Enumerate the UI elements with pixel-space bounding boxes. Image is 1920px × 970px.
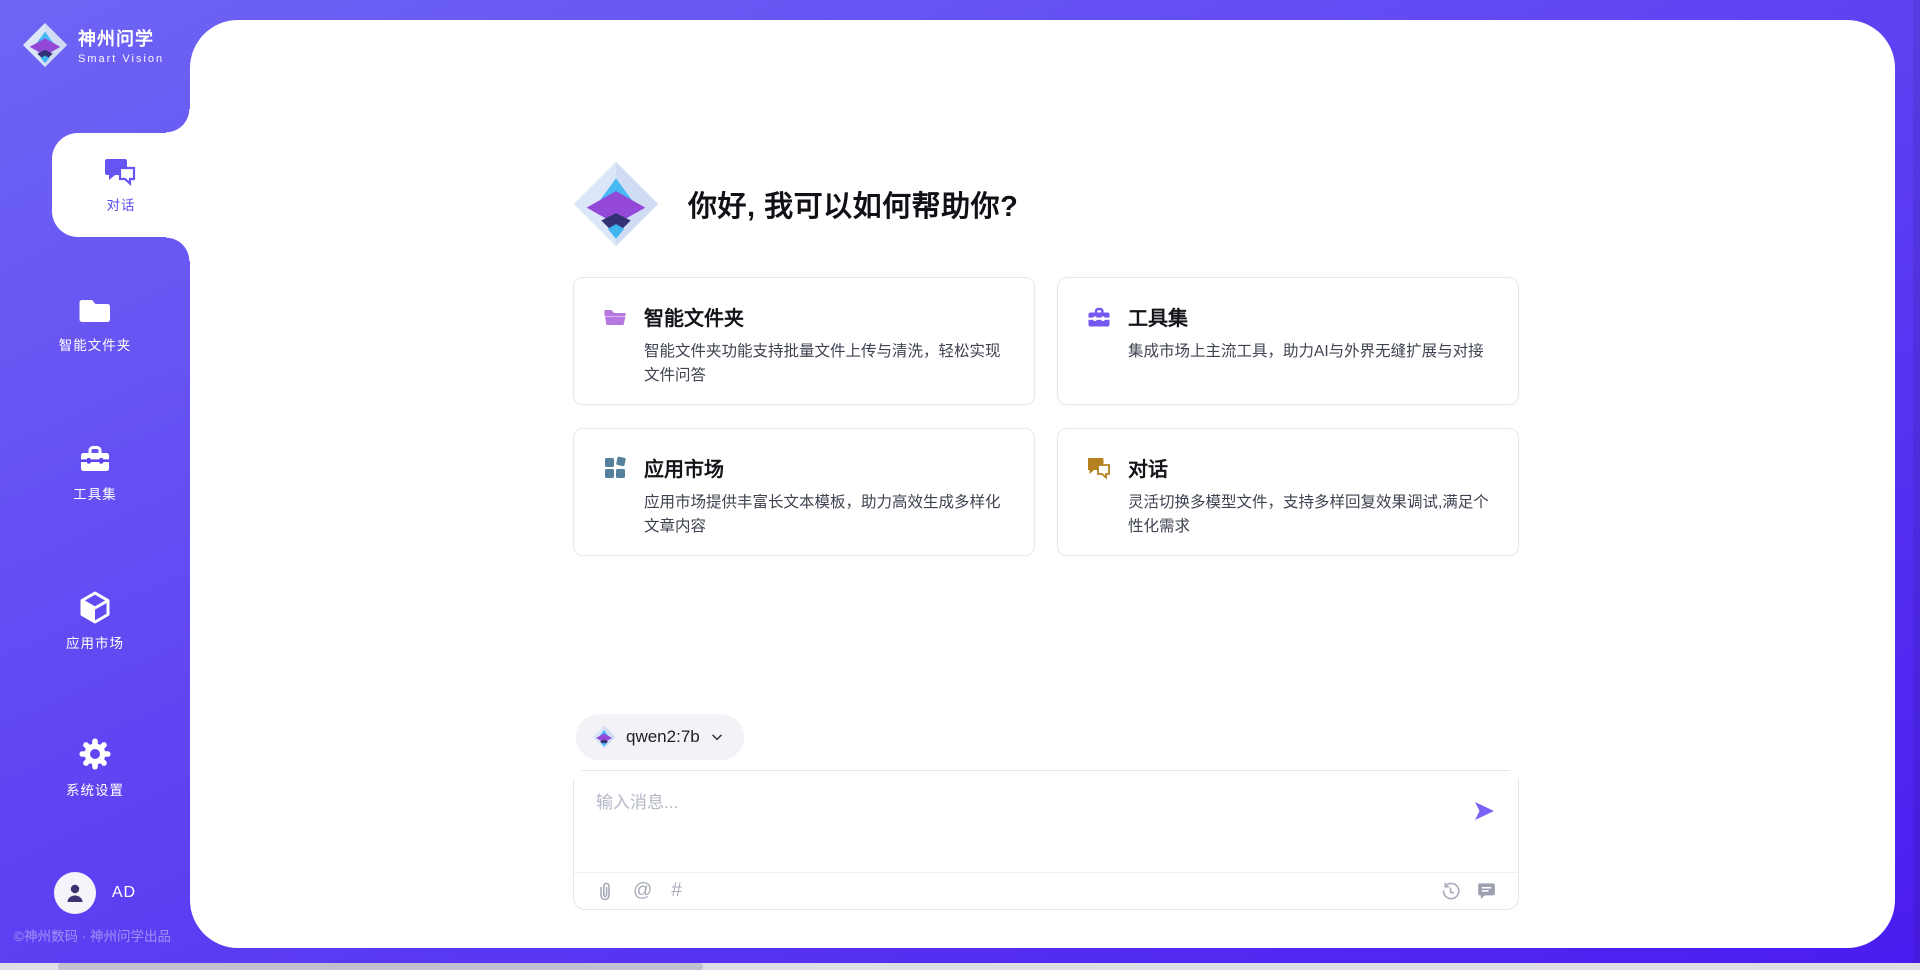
card-desc: 应用市场提供丰富长文本模板，助力高效生成多样化文章内容 bbox=[602, 491, 1008, 539]
mention-icon[interactable]: @ bbox=[633, 880, 652, 902]
card-smart-folder[interactable]: 智能文件夹 智能文件夹功能支持批量文件上传与清洗，轻松实现文件问答 bbox=[573, 277, 1035, 405]
horizontal-scrollbar[interactable] bbox=[0, 963, 1920, 970]
card-desc: 灵活切换多模型文件，支持多样回复效果调试,满足个性化需求 bbox=[1086, 491, 1492, 539]
welcome-title: 你好, 我可以如何帮助你? bbox=[688, 183, 1018, 225]
folder-icon bbox=[602, 304, 628, 330]
chevron-down-icon bbox=[710, 730, 724, 744]
brand-title: 神州问学 bbox=[78, 25, 164, 51]
sidebar-item-toolset[interactable]: 工具集 bbox=[0, 443, 190, 504]
card-chat[interactable]: 对话 灵活切换多模型文件，支持多样回复效果调试,满足个性化需求 bbox=[1057, 428, 1519, 556]
chat-icon bbox=[1086, 455, 1112, 481]
cube-icon bbox=[78, 590, 112, 624]
feature-cards: 智能文件夹 智能文件夹功能支持批量文件上传与清洗，轻松实现文件问答 工具集 集成… bbox=[573, 277, 1519, 556]
brand-logo: 神州问学 Smart Vision bbox=[22, 22, 164, 68]
toolbox-icon bbox=[1086, 304, 1112, 330]
hash-icon[interactable]: # bbox=[671, 880, 682, 902]
avatar bbox=[54, 872, 96, 914]
sidebar-item-settings[interactable]: 系统设置 bbox=[0, 737, 190, 800]
chat-icon bbox=[104, 157, 138, 187]
card-title: 对话 bbox=[1128, 453, 1168, 482]
sidebar-item-label: 应用市场 bbox=[66, 636, 124, 651]
grid-icon bbox=[602, 455, 628, 481]
sidebar-item-chat[interactable]: 对话 bbox=[52, 133, 190, 237]
sidebar-item-label: 智能文件夹 bbox=[59, 338, 132, 353]
folder-icon bbox=[78, 296, 112, 326]
model-selector[interactable]: qwen2:7b bbox=[576, 714, 744, 760]
attach-icon[interactable] bbox=[596, 881, 614, 901]
welcome-block: 你好, 我可以如何帮助你? bbox=[572, 160, 1018, 248]
user-name: AD bbox=[112, 884, 136, 902]
horizontal-scrollbar-thumb[interactable] bbox=[58, 963, 703, 970]
sidebar-item-smart-folder[interactable]: 智能文件夹 bbox=[0, 296, 190, 355]
message-input[interactable] bbox=[574, 771, 1518, 872]
card-desc: 集成市场上主流工具，助力AI与外界无缝扩展与对接 bbox=[1086, 340, 1492, 364]
brand-diamond-icon bbox=[22, 22, 68, 68]
feedback-icon[interactable] bbox=[1477, 882, 1496, 900]
card-toolset[interactable]: 工具集 集成市场上主流工具，助力AI与外界无缝扩展与对接 bbox=[1057, 277, 1519, 405]
toolbox-icon bbox=[78, 443, 112, 475]
user-account[interactable]: AD bbox=[0, 872, 190, 914]
sidebar-item-label: 工具集 bbox=[73, 487, 117, 502]
main-content-panel: 你好, 我可以如何帮助你? 智能文件夹 智能文件夹功能支持批量文件上传与清洗，轻… bbox=[190, 20, 1895, 948]
sidebar-item-label: 系统设置 bbox=[66, 783, 124, 798]
history-icon[interactable] bbox=[1441, 882, 1460, 901]
brand-subtitle: Smart Vision bbox=[78, 53, 164, 65]
model-name: qwen2:7b bbox=[626, 727, 700, 747]
sidebar-item-app-market[interactable]: 应用市场 bbox=[0, 590, 190, 653]
active-tab-curve-top bbox=[166, 109, 190, 133]
card-title: 工具集 bbox=[1128, 302, 1188, 331]
active-tab-curve-bottom bbox=[166, 237, 190, 261]
vertical-scrollbar[interactable] bbox=[1913, 0, 1920, 970]
sidebar: 神州问学 Smart Vision 对话 智能文件夹 工具集 bbox=[0, 0, 190, 970]
send-icon[interactable] bbox=[1472, 799, 1496, 823]
gear-icon bbox=[78, 737, 112, 771]
person-icon bbox=[63, 881, 87, 905]
app-logo-icon bbox=[572, 160, 660, 248]
card-desc: 智能文件夹功能支持批量文件上传与清洗，轻松实现文件问答 bbox=[602, 340, 1008, 388]
card-app-market[interactable]: 应用市场 应用市场提供丰富长文本模板，助力高效生成多样化文章内容 bbox=[573, 428, 1035, 556]
message-composer: @ # bbox=[573, 770, 1519, 910]
card-title: 应用市场 bbox=[644, 453, 724, 482]
card-title: 智能文件夹 bbox=[644, 302, 744, 331]
sidebar-item-label: 对话 bbox=[107, 194, 136, 214]
diamond-logo-icon bbox=[592, 725, 616, 749]
copyright-text: ©神州数码 · 神州问学出品 bbox=[14, 925, 171, 945]
